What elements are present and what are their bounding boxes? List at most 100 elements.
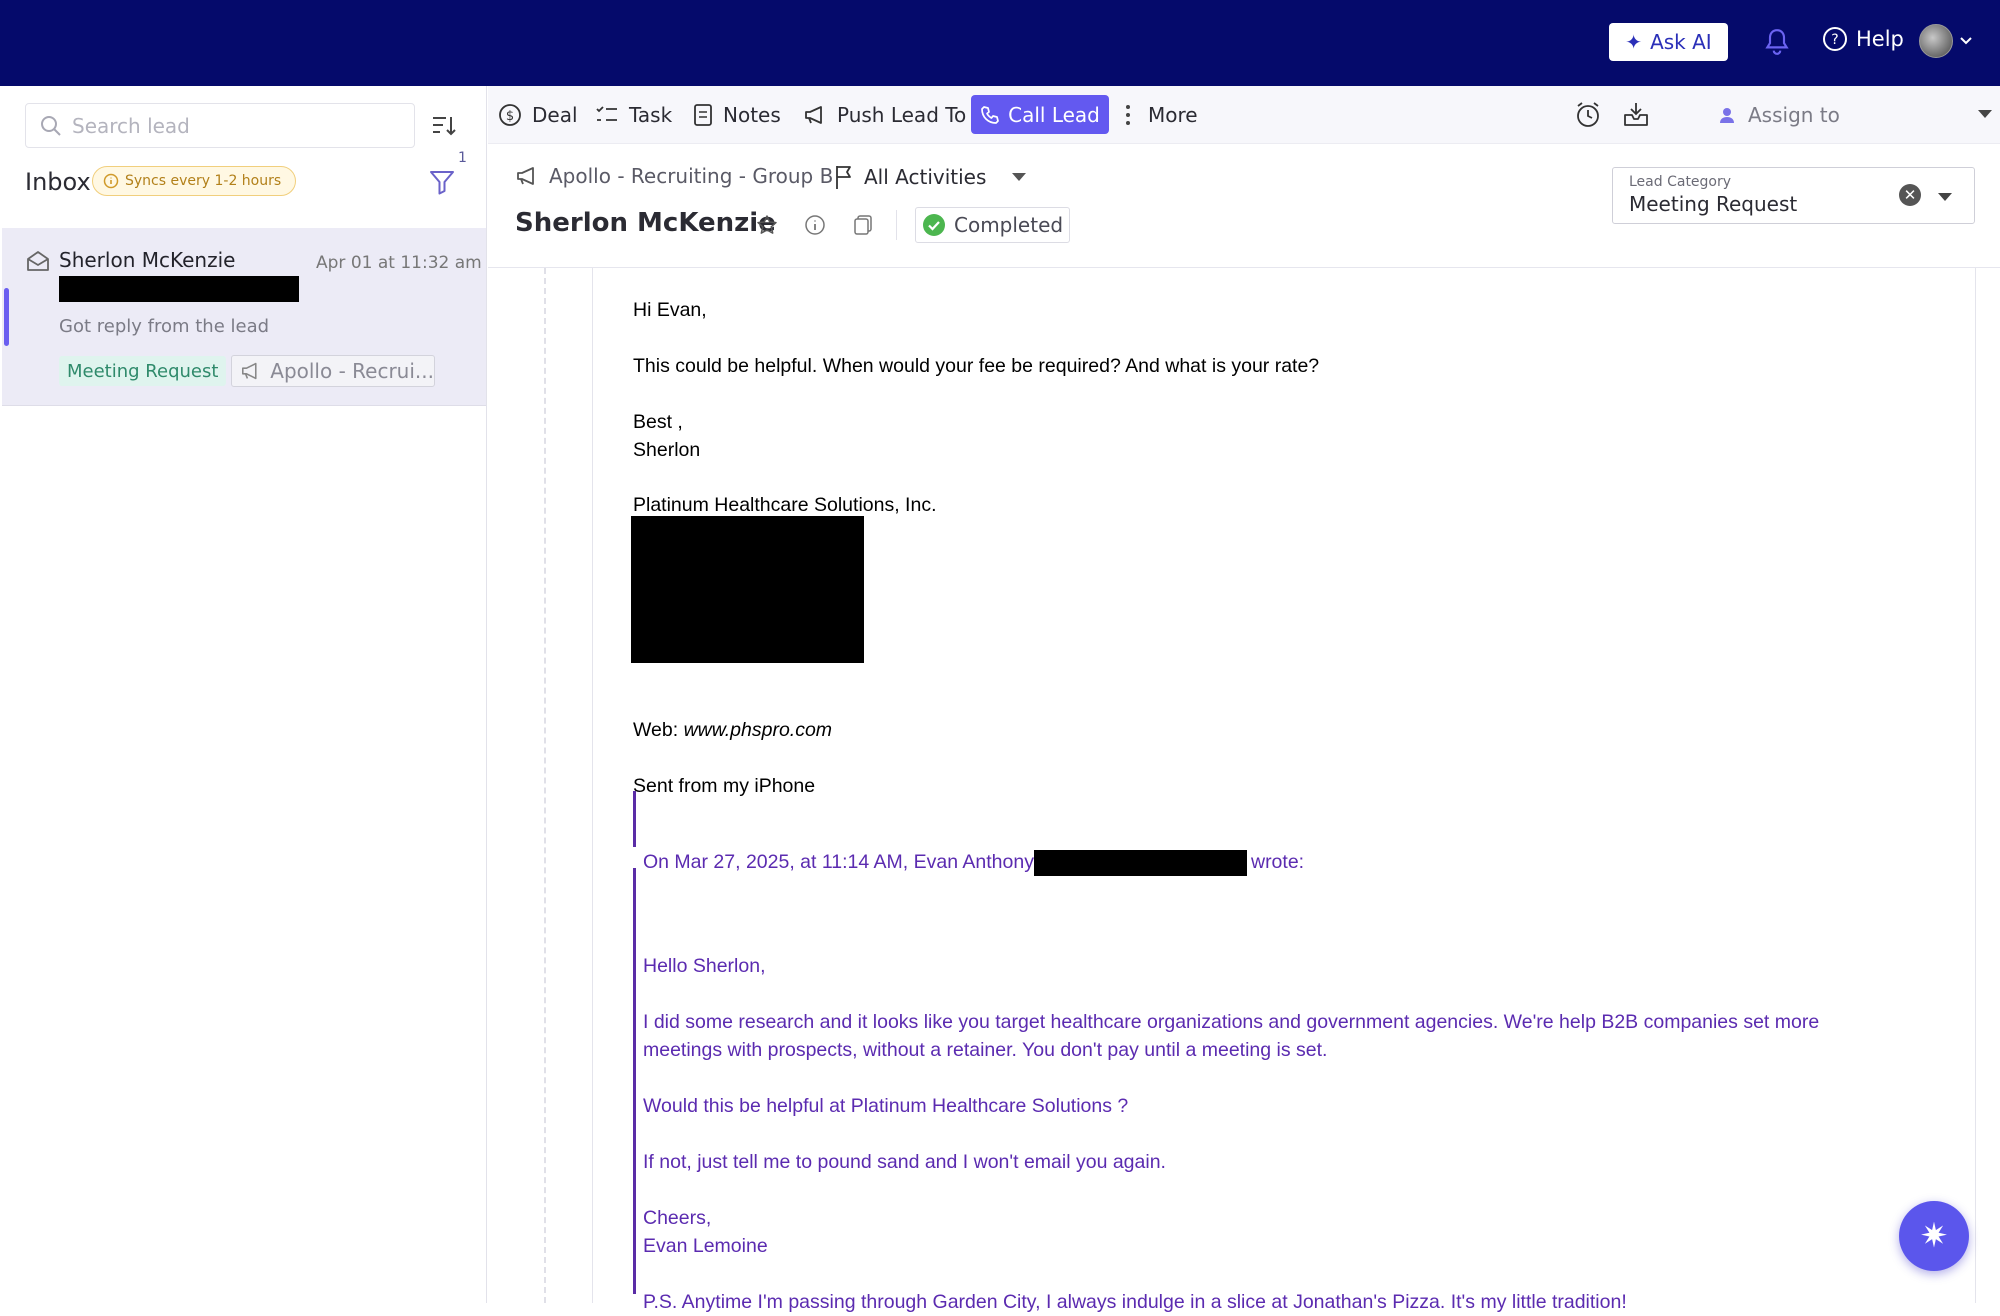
quote-header: On Mar 27, 2025, at 11:14 AM, Evan Antho… (643, 848, 1304, 876)
quote-header-suffix: wrote: (1250, 851, 1305, 873)
sparkle-icon: ✦ (1625, 30, 1643, 54)
more-label: More (1148, 103, 1198, 127)
assign-dropdown-caret-icon[interactable] (1978, 110, 1992, 118)
flag-icon (836, 166, 851, 189)
lead-header: Apollo - Recruiting - Group B All Activi… (488, 144, 2000, 268)
lead-snippet: Got reply from the lead (59, 316, 270, 337)
clear-icon[interactable]: ✕ (1899, 184, 1921, 206)
quote-line: If not, just tell me to pound sand and I… (643, 1151, 1166, 1173)
assign-to-dropdown[interactable]: Assign to (1718, 86, 1840, 144)
call-lead-button[interactable]: Call Lead (971, 95, 1109, 134)
quote-border (633, 791, 636, 847)
chevron-down-icon (1960, 37, 1972, 45)
email-sent-from: Sent from my iPhone (633, 775, 816, 797)
lead-list-pane: Inbox Syncs every 1-2 hours 1 Sherlon Mc… (0, 86, 487, 1303)
status-badge[interactable]: Completed (915, 207, 1071, 243)
megaphone-icon (805, 106, 822, 124)
task-label: Task (629, 103, 673, 127)
activities-filter-dropdown[interactable]: All Activities (834, 164, 1027, 190)
quote-line: meetings with prospects, without a retai… (643, 1039, 1328, 1061)
user-icon (1720, 108, 1734, 123)
caret-down-icon (1012, 173, 1027, 181)
envelope-open-icon (27, 251, 49, 271)
bell-icon[interactable] (1764, 28, 1790, 56)
user-menu[interactable] (1919, 24, 1973, 58)
top-navigation-bar: ✦ Ask AI ? Help (0, 0, 2000, 86)
email-web: Web: www.phspro.com (633, 716, 832, 744)
ai-assistant-fab[interactable]: ✷ (1899, 1201, 1969, 1271)
inbox-title: Inbox (25, 168, 91, 196)
deal-label: Deal (532, 103, 578, 127)
call-lead-label: Call Lead (1008, 102, 1100, 127)
campaign-tag-label: Apollo - Recrui... (270, 359, 434, 383)
campaign-name: Apollo - Recruiting - Group B (549, 164, 834, 188)
star-icon[interactable] (756, 214, 778, 236)
more-button[interactable]: More (1124, 86, 1198, 144)
email-greeting: Hi Evan, (633, 299, 707, 321)
filter-count-badge: 1 (458, 150, 467, 166)
search-box[interactable] (25, 103, 415, 148)
assign-to-label: Assign to (1748, 103, 1840, 127)
sync-status-badge: Syncs every 1-2 hours (92, 166, 297, 196)
help-button[interactable]: ? Help (1822, 26, 1904, 52)
filter-icon[interactable] (428, 168, 456, 196)
quote-header-prefix: On Mar 27, 2025, at 11:14 AM, Evan Antho… (643, 851, 1034, 873)
snooze-clock-icon[interactable] (1574, 101, 1602, 129)
lead-category-select[interactable]: Lead Category Meeting Request ✕ (1612, 167, 1975, 224)
help-label: Help (1856, 27, 1904, 51)
email-line: This could be helpful. When would your f… (633, 355, 1320, 377)
megaphone-icon (241, 362, 257, 380)
timeline-line (544, 268, 546, 1303)
task-list-icon (596, 106, 617, 121)
quote-line: I did some research and it looks like yo… (643, 1011, 1820, 1033)
header-divider (896, 210, 897, 240)
quote-signer: Evan Lemoine (643, 1235, 768, 1257)
inbox-tray-icon[interactable] (1622, 101, 1650, 129)
email-company: Platinum Healthcare Solutions, Inc. (633, 494, 937, 516)
redacted-email (59, 276, 299, 302)
notes-button[interactable]: Notes (693, 86, 781, 144)
copy-icon[interactable] (852, 214, 874, 236)
caret-down-icon[interactable] (1938, 193, 1952, 201)
lead-list-item[interactable]: Sherlon McKenzie Apr 01 at 11:32 am Got … (2, 228, 486, 406)
campaign-link[interactable]: Apollo - Recruiting - Group B (515, 164, 833, 188)
campaign-tag: Apollo - Recrui... (231, 355, 435, 387)
category-tag: Meeting Request (59, 356, 227, 386)
phone-icon (981, 105, 999, 124)
lead-title: Sherlon McKenzie (515, 208, 776, 238)
notes-icon (694, 104, 712, 126)
info-icon[interactable] (804, 214, 826, 236)
quote-greeting: Hello Sherlon, (643, 955, 766, 977)
lead-action-toolbar: $ Deal Task Notes Push Lead To Call Lead… (488, 86, 2000, 144)
search-icon (41, 115, 61, 136)
quote-ps: P.S. Anytime I'm passing through Garden … (643, 1291, 1627, 1313)
megaphone-icon (517, 167, 534, 185)
quote-signoff: Cheers, (643, 1207, 712, 1229)
ask-ai-button[interactable]: ✦ Ask AI (1609, 23, 1728, 61)
status-label: Completed (954, 213, 1064, 237)
avatar[interactable] (1919, 24, 1953, 58)
deal-button[interactable]: $ Deal (498, 86, 578, 144)
search-input[interactable] (72, 113, 392, 138)
push-lead-button[interactable]: Push Lead To (803, 86, 966, 144)
task-button[interactable]: Task (595, 86, 672, 144)
email-signer: Sherlon (633, 439, 701, 461)
redacted-logo (631, 516, 864, 663)
activity-thread: Hi Evan, This could be helpful. When wou… (488, 268, 2000, 1313)
lead-timestamp: Apr 01 at 11:32 am (316, 253, 482, 273)
email-signoff: Best , (633, 411, 683, 433)
sync-badge-text: Syncs every 1-2 hours (125, 173, 282, 189)
notes-label: Notes (723, 103, 781, 127)
quote-line: Would this be helpful at Platinum Health… (643, 1095, 1129, 1117)
email-message: Hi Evan, This could be helpful. When wou… (592, 268, 1976, 1313)
lead-category-value: Meeting Request (1629, 192, 1798, 216)
svg-text:$: $ (506, 109, 514, 124)
more-vertical-icon (1126, 105, 1130, 125)
redacted-email (1033, 849, 1247, 876)
dollar-circle-icon: $ (499, 104, 521, 126)
sort-icon[interactable] (431, 114, 457, 138)
help-circle-icon: ? (1823, 27, 1847, 51)
selected-indicator (4, 288, 9, 346)
web-link[interactable]: www.phspro.com (684, 719, 832, 741)
web-label: Web: (633, 719, 684, 741)
